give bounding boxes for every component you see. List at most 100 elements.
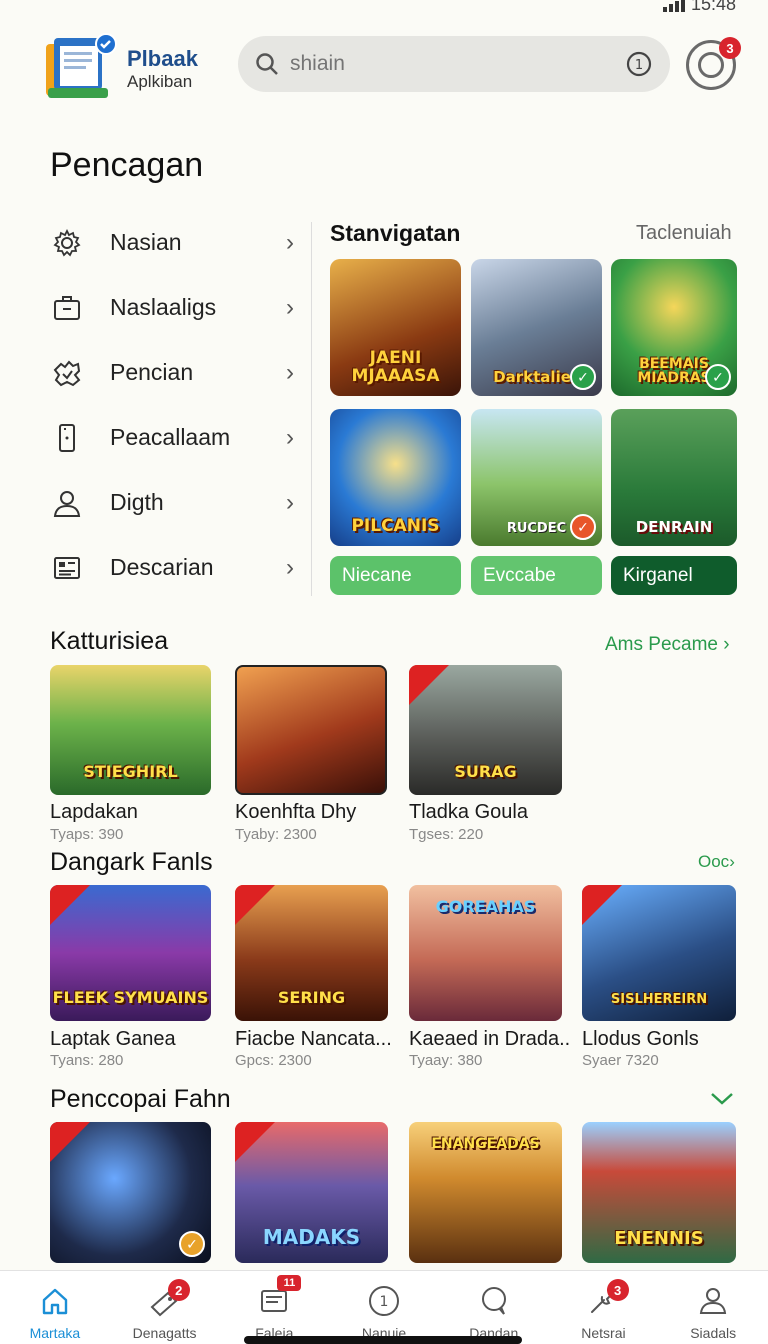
promo-ribbon [409,665,449,705]
menu-item-label: Pencian [110,359,194,385]
game-card-image[interactable]: GOREAHAS [409,885,562,1021]
game-meta: Tgses: 220 [409,826,484,843]
section-title: Dangark Fanls [50,848,213,876]
category-chip[interactable]: Kirganel [611,556,737,595]
menu-item-4[interactable]: Digth › [48,470,294,535]
featured-tile[interactable]: BEEMAIS MIADRAS ✓ [611,259,737,396]
menu-item-3[interactable]: Peacallaam › [48,405,294,470]
game-meta: Tyaay: 380 [409,1052,483,1069]
card-art-text: MADAKS [262,1225,361,1249]
profile-icon [695,1283,731,1319]
svg-text:1: 1 [380,1294,389,1310]
featured-tile[interactable]: JAENI MJAAASA [330,259,461,396]
card-art-text: SERING [277,988,346,1007]
game-title[interactable]: Laptak Ganea [50,1028,176,1051]
promo-ribbon [582,885,622,925]
game-card-image[interactable] [235,665,387,795]
app-subtitle: Aplkiban [127,72,193,91]
game-meta: Tyaby: 2300 [235,826,317,843]
nav-item-home[interactable]: Martaka [0,1271,110,1344]
chevron-down-icon[interactable] [708,1088,736,1108]
featured-see-all-link[interactable]: Taclenuiah [636,222,732,245]
nav-badge: 2 [167,1279,190,1301]
gear-icon [48,224,86,262]
device-icon [48,419,86,457]
card-art-text: SISLHEREIRN [610,992,708,1007]
game-title[interactable]: Lapdakan [50,801,138,824]
tile-art-text: Darktalies [493,368,580,387]
card-art-text: STIEGHIRL [83,762,178,781]
briefcase-icon [48,289,86,327]
chevron-right-icon: › [286,228,294,256]
search-bar[interactable]: 1 [238,36,670,92]
installed-check-icon: ✓ [705,364,731,390]
profile-button[interactable]: 3 [686,37,741,90]
app-logo-icon [46,33,117,98]
page-title: Pencagan [50,146,204,184]
divider [311,222,312,596]
game-card-image[interactable]: MADAKS [235,1122,388,1263]
document-icon [48,549,86,587]
section-see-all-link[interactable]: Ooc› [698,852,735,872]
game-meta: Tyaps: 390 [50,826,124,843]
nav-item-number[interactable]: 1 Nanuie [329,1271,439,1344]
featured-tile[interactable]: PILCANIS [330,409,461,546]
category-chip[interactable]: Evccabe [471,556,602,595]
menu-item-5[interactable]: Descarian › [48,535,294,600]
game-card-image[interactable]: SERING [235,885,388,1021]
game-card-image[interactable]: ENANGEADAS [409,1122,562,1263]
nav-item-tools[interactable]: 3 Netsrai [549,1271,659,1344]
chevron-right-icon: › [286,488,294,516]
menu-item-1[interactable]: Naslaaligs › [48,275,294,340]
menu-item-2[interactable]: Pencian › [48,340,294,405]
game-card-image[interactable]: SURAG [409,665,562,795]
promo-ribbon [235,885,275,925]
number-icon: 1 [366,1283,402,1319]
nav-badge: 3 [606,1279,629,1301]
voice-search-icon[interactable]: 1 [624,49,654,79]
chevron-right-icon: › [286,358,294,386]
category-chip[interactable]: Niecane [330,556,461,595]
game-title[interactable]: Llodus Gonls [582,1028,699,1051]
svg-text:1: 1 [635,58,643,73]
menu-item-label: Digth [110,489,164,515]
nav-badge: 11 [277,1275,302,1291]
nav-item-inbox[interactable]: 11 Faleia [219,1271,329,1344]
tile-art-text: DENRAIN [635,518,713,537]
featured-tile[interactable]: DENRAIN [611,409,737,546]
promo-ribbon [50,1122,90,1162]
game-card-image[interactable]: FLEEK SYMUAINS [50,885,211,1021]
installed-check-icon: ✓ [570,514,596,540]
game-meta: Gpcs: 2300 [235,1052,312,1069]
card-art-text: GOREAHAS [435,897,536,916]
search-input[interactable] [290,52,624,76]
featured-tile[interactable]: RUCDEC ✓ [471,409,602,546]
nav-item-tags[interactable]: 2 Denagatts [110,1271,220,1344]
featured-tile[interactable]: Darktalies ✓ [471,259,602,396]
user-icon [48,484,86,522]
chevron-right-icon: › [286,553,294,581]
section-see-all-link[interactable]: Ams Pecame › [605,634,730,656]
nav-item-profile[interactable]: Siadals [658,1271,768,1344]
game-card-image[interactable]: SISLHEREIRN [582,885,736,1021]
installed-check-icon: ✓ [570,364,596,390]
menu-item-label: Descarian [110,554,214,580]
game-card-image[interactable]: STIEGHIRL [50,665,211,795]
settings-menu: Nasian › Naslaaligs › Pencian › Peacalla… [48,210,294,600]
game-title[interactable]: Tladka Goula [409,801,528,824]
menu-item-0[interactable]: Nasian › [48,210,294,275]
game-title[interactable]: Koenhfta Dhy [235,801,356,824]
promo-ribbon [50,885,90,925]
profile-ring-icon [698,52,724,78]
nav-item-chat[interactable]: Dandan [439,1271,549,1344]
chat-icon [476,1283,512,1319]
signal-icon [662,0,685,12]
game-title[interactable]: Fiacbe Nancata... [235,1028,392,1051]
game-card-image[interactable]: ENENNIS [582,1122,736,1263]
card-art-text: ENANGEADAS [431,1136,540,1152]
card-art-text: SURAG [454,762,517,781]
game-title[interactable]: Kaeaed in Drada.. [409,1028,570,1051]
game-card-image[interactable]: ✓ [50,1122,211,1263]
bottom-nav: Martaka 2 Denagatts 11 Faleia 1 Nanuie D… [0,1270,768,1344]
tile-art-text: RUCDEC [506,521,567,537]
